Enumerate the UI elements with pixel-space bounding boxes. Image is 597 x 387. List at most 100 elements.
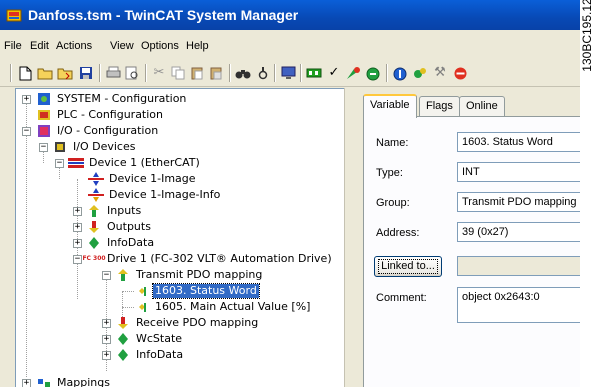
paste-special-icon[interactable] xyxy=(208,65,224,81)
properties-pane: Variable Flags Online Name: 1603. Status… xyxy=(353,88,580,387)
tree-node-label: Receive PDO mapping xyxy=(136,316,259,329)
group-field[interactable]: Transmit PDO mapping xyxy=(457,192,580,212)
check-configuration-icon[interactable]: ✓ xyxy=(326,65,342,81)
collapse-device1-toggle[interactable]: − xyxy=(55,159,64,168)
menu-bar: File Edit Actions View Options Help xyxy=(0,38,580,56)
pdo-input-icon xyxy=(115,268,131,282)
open-folder-icon[interactable] xyxy=(37,65,53,81)
address-field[interactable]: 39 (0x27) xyxy=(457,222,580,242)
title-bar[interactable]: Danfoss.tsm - TwinCAT System Manager xyxy=(0,0,580,30)
window-title: Danfoss.tsm - TwinCAT System Manager xyxy=(28,7,299,23)
tree-node-infodata2[interactable]: InfoData xyxy=(115,347,185,363)
find-icon[interactable] xyxy=(235,65,251,81)
expand-outputs-toggle[interactable]: + xyxy=(73,223,82,232)
expand-system-toggle[interactable]: + xyxy=(22,95,31,104)
menu-view[interactable]: View xyxy=(110,40,134,52)
tree-node-infodata[interactable]: InfoData xyxy=(86,235,156,251)
toolbar-separator xyxy=(145,64,147,82)
collapse-drive1-toggle[interactable]: − xyxy=(73,255,82,264)
tree-node-inputs[interactable]: Inputs xyxy=(86,203,143,219)
open-recent-icon[interactable] xyxy=(57,65,73,81)
stop-icon[interactable] xyxy=(452,65,468,81)
tree-node-wcstate[interactable]: WcState xyxy=(115,331,184,347)
print-icon[interactable] xyxy=(105,65,121,81)
io-configuration-icon xyxy=(36,124,52,138)
tree-node-device1-image-info[interactable]: Device 1-Image-Info xyxy=(88,187,222,203)
expand-infodata2-toggle[interactable]: + xyxy=(102,351,111,360)
tree-node-label: InfoData xyxy=(107,236,155,249)
configuration-tree[interactable]: + SYSTEM - Configuration PLC - Configura… xyxy=(15,88,345,387)
tree-node-label: Device 1-Image xyxy=(109,172,196,185)
wcstate-icon xyxy=(115,332,131,346)
collapse-transmit-pdo-toggle[interactable]: − xyxy=(102,271,111,280)
copy-icon[interactable] xyxy=(170,65,186,81)
find-next-icon[interactable] xyxy=(255,65,271,81)
type-field[interactable]: INT xyxy=(457,162,580,182)
tree-node-mappings[interactable]: Mappings xyxy=(36,375,112,387)
system-icon xyxy=(36,92,52,106)
infodata-icon xyxy=(86,236,102,250)
mappings-icon xyxy=(36,376,52,387)
tree-node-device1[interactable]: Device 1 (EtherCAT) xyxy=(68,155,202,171)
expand-mappings-toggle[interactable]: + xyxy=(22,379,31,387)
pane-splitter[interactable] xyxy=(344,88,353,387)
comment-field[interactable]: object 0x2643:0 xyxy=(457,287,580,323)
menu-help[interactable]: Help xyxy=(186,40,209,52)
collapse-io-toggle[interactable]: − xyxy=(22,127,31,136)
restart-config-mode-icon[interactable] xyxy=(392,65,408,81)
tree-node-receive-pdo[interactable]: Receive PDO mapping xyxy=(115,315,260,331)
toolbar-separator xyxy=(10,64,12,82)
name-field[interactable]: 1603. Status Word xyxy=(457,132,580,152)
tree-node-label: Device 1-Image-Info xyxy=(109,188,221,201)
paste-icon[interactable] xyxy=(189,65,205,81)
expand-inputs-toggle[interactable]: + xyxy=(73,207,82,216)
menu-edit[interactable]: Edit xyxy=(30,40,49,52)
tree-node-device1-image[interactable]: Device 1-Image xyxy=(88,171,198,187)
type-label: Type: xyxy=(376,167,403,179)
tree-node-outputs[interactable]: Outputs xyxy=(86,219,153,235)
linked-to-button[interactable]: Linked to... xyxy=(374,256,442,277)
toolbar-separator xyxy=(274,64,276,82)
variable-tab-panel: Name: 1603. Status Word Type: INT Group:… xyxy=(363,116,580,387)
tree-node-label: SYSTEM - Configuration xyxy=(57,92,187,105)
tree-node-drive1[interactable]: FC 300 Drive 1 (FC-302 VLT® Automation D… xyxy=(82,251,334,267)
tab-variable[interactable]: Variable xyxy=(363,94,417,118)
menu-options[interactable]: Options xyxy=(141,40,179,52)
restart-run-mode-icon[interactable] xyxy=(365,65,381,81)
name-label: Name: xyxy=(376,137,409,149)
group-label: Group: xyxy=(376,197,410,209)
target-system-icon[interactable] xyxy=(280,65,296,81)
tree-node-status-word[interactable]: 1603. Status Word xyxy=(134,283,260,299)
collapse-io-devices-toggle[interactable]: − xyxy=(39,143,48,152)
menu-file[interactable]: File xyxy=(4,40,22,52)
save-icon[interactable] xyxy=(78,65,94,81)
tree-connector xyxy=(26,99,27,377)
expand-receive-pdo-toggle[interactable]: + xyxy=(102,319,111,328)
tree-connector xyxy=(122,291,134,292)
menu-actions[interactable]: Actions xyxy=(56,40,92,52)
print-preview-icon[interactable] xyxy=(124,65,140,81)
tree-node-system[interactable]: SYSTEM - Configuration xyxy=(36,91,188,107)
scan-devices-icon[interactable] xyxy=(412,65,428,81)
pdo-output-icon xyxy=(115,316,131,330)
activate-configuration-icon[interactable] xyxy=(345,65,361,81)
generate-mappings-icon[interactable] xyxy=(306,65,322,81)
tree-node-main-actual-value[interactable]: 1605. Main Actual Value [%] xyxy=(134,299,312,315)
tree-node-plc[interactable]: PLC - Configuration xyxy=(36,107,165,123)
new-file-icon[interactable] xyxy=(17,65,33,81)
variable-input-icon xyxy=(134,300,150,314)
drive-icon-text: FC 300 xyxy=(82,255,106,262)
tree-node-io-devices[interactable]: I/O Devices xyxy=(52,139,137,155)
figure-code-text: 130BC195.12 xyxy=(580,0,594,72)
tree-node-io-configuration[interactable]: I/O - Configuration xyxy=(36,123,160,139)
expand-wcstate-toggle[interactable]: + xyxy=(102,335,111,344)
expand-infodata-toggle[interactable]: + xyxy=(73,239,82,248)
tab-flags[interactable]: Flags xyxy=(419,96,460,116)
tab-online[interactable]: Online xyxy=(459,96,505,116)
cut-icon[interactable]: ✂ xyxy=(151,65,167,81)
tree-node-transmit-pdo[interactable]: Transmit PDO mapping xyxy=(115,267,264,283)
toggle-free-run-icon[interactable]: ⚒ xyxy=(432,65,448,81)
comment-label: Comment: xyxy=(376,292,427,304)
linked-to-field[interactable] xyxy=(457,256,580,276)
process-image-info-icon xyxy=(88,188,104,202)
